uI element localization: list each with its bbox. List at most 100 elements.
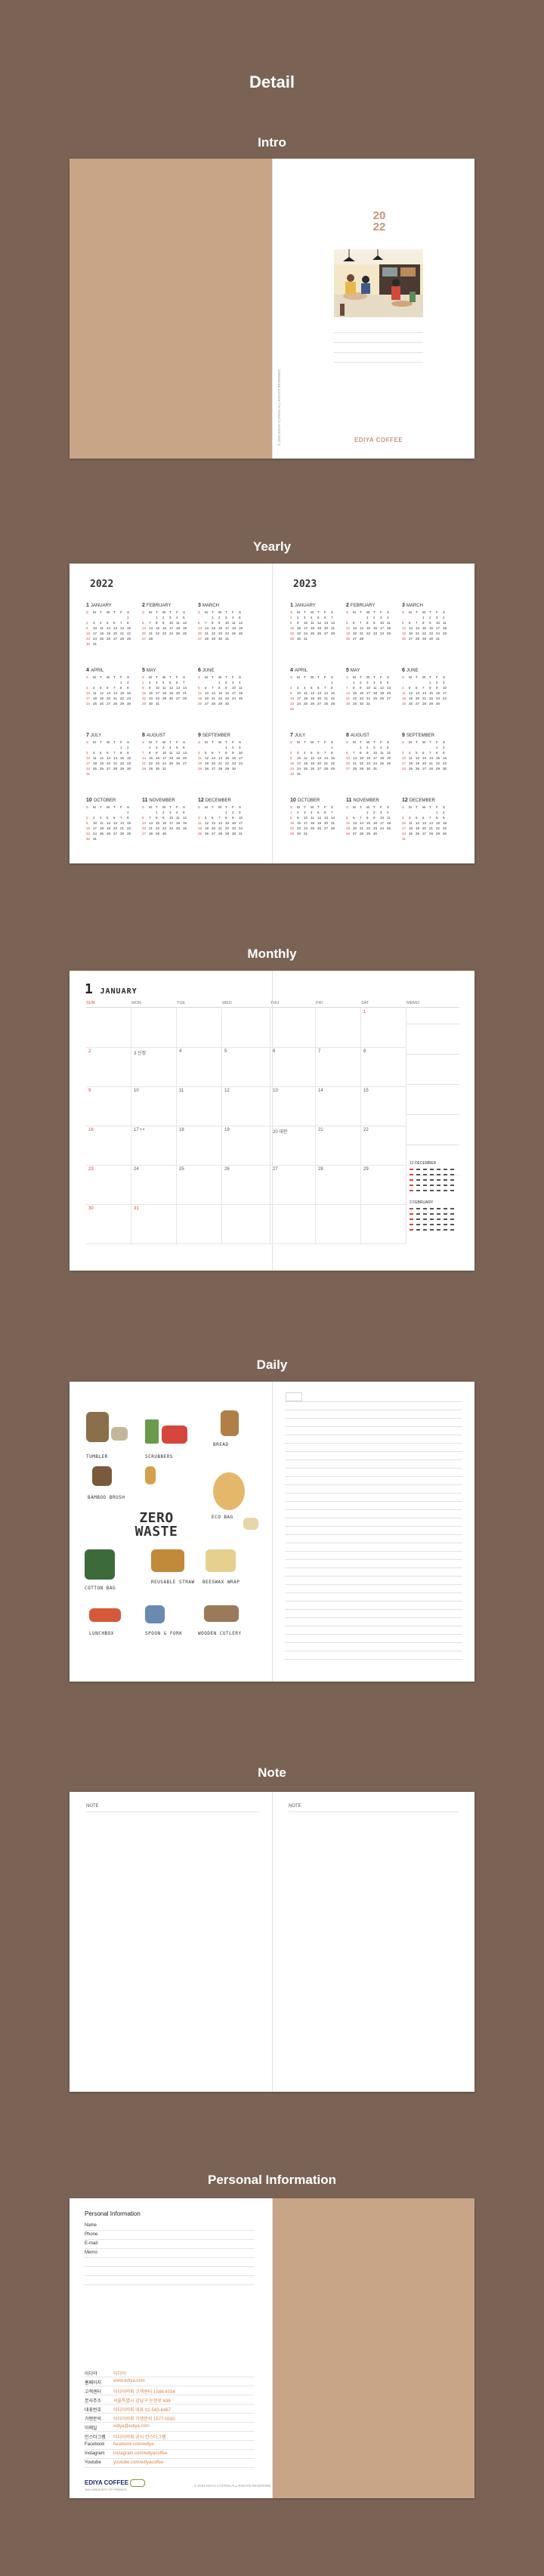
- blank-day: [416, 681, 422, 684]
- mini-month-header: 8 AUGUST: [346, 733, 396, 740]
- mini-calendar-dot: [416, 1224, 420, 1225]
- weekday-letter: S: [239, 740, 242, 744]
- day-number: 9: [162, 816, 165, 820]
- day-number: 4: [162, 681, 165, 684]
- day-number: 23: [366, 761, 371, 765]
- zero-waste-headline: ZERO WASTE: [134, 1510, 178, 1540]
- day-number: 17: [239, 756, 243, 760]
- mini-month-header: 1 JANUARY: [290, 603, 340, 610]
- weekday-letter: T: [212, 610, 214, 614]
- weekday-letter: M: [205, 740, 208, 744]
- day-number: 20: [212, 761, 216, 765]
- mini-month-days: S M T W T F S 1 2 3 4 5 6 7 8 9 10 11 12 13 14 15 16 17 18 19 20 21…: [198, 740, 248, 771]
- info-value: 이디야커피 고객센터 1588-4034: [113, 2390, 175, 2395]
- day-number: 18: [387, 626, 391, 630]
- day-number: 5: [402, 621, 404, 625]
- weekday-letter: W: [366, 610, 370, 614]
- day-number: 8: [353, 686, 355, 690]
- mini-month-header: 11 NOVEMBER: [346, 798, 396, 805]
- day-number: 17: [402, 826, 406, 830]
- ruled-line: [285, 1418, 462, 1419]
- mini-month-number: 7: [290, 733, 293, 738]
- day-number: 24: [156, 697, 160, 700]
- mini-month-header: 3 MARCH: [198, 603, 248, 610]
- day-number: 25: [179, 1167, 184, 1172]
- day-number: 1: [149, 746, 151, 749]
- info-key: 가맹문의: [85, 2417, 102, 2422]
- day-number: 20: [142, 632, 147, 635]
- day-number: 8: [225, 751, 227, 755]
- day-number: 15: [363, 1089, 369, 1093]
- day-number: 26: [205, 767, 209, 771]
- day-number: 2: [232, 746, 234, 749]
- day-number: 23: [218, 632, 223, 635]
- day-number: 10: [380, 621, 385, 625]
- weekday-letter: S: [387, 610, 390, 614]
- weekday-letter: W: [422, 740, 426, 744]
- day-number: 5: [317, 811, 320, 814]
- day-number: 20: [107, 697, 111, 700]
- day-number: 16: [429, 626, 434, 630]
- day-number: 12: [409, 691, 413, 695]
- day-number: 30: [429, 637, 434, 641]
- day-number: 13: [416, 691, 420, 695]
- mini-calendar-dot: [410, 1185, 413, 1186]
- weekday-letter: T: [225, 805, 227, 809]
- day-number: 23: [297, 632, 301, 635]
- day-number: 17: [239, 821, 243, 825]
- day-cell: [177, 1205, 222, 1244]
- day-number: 18: [402, 697, 406, 700]
- weekday-letter: T: [429, 610, 431, 614]
- day-number: 11: [232, 621, 236, 625]
- day-number: 16: [162, 626, 167, 630]
- day-number: 3: [93, 621, 95, 625]
- tumbler-illustration: [86, 1412, 109, 1442]
- day-number: 6: [273, 1049, 276, 1054]
- day-number: 18: [380, 756, 385, 760]
- day-number: 14: [218, 756, 223, 760]
- blank-day: [422, 811, 429, 814]
- weekday-letter: S: [198, 675, 201, 679]
- day-number: 15: [156, 626, 160, 630]
- mini-month-6: 6 JUNE S M T W T F S 1 2 3 4 5 6 7 8 9 10 11 12 13 14 15 16 17 18 1…: [198, 668, 248, 706]
- day-number: 9: [225, 686, 227, 690]
- day-number: 7: [149, 621, 151, 625]
- day-number: 1: [422, 616, 425, 619]
- day-number: 23: [149, 697, 153, 700]
- day-number: 27: [113, 832, 118, 836]
- weekday-letter: T: [113, 805, 116, 809]
- day-number: 12: [107, 626, 111, 630]
- mini-month-1: 1 JANUARY S M T W T F S 1 2 3 4 5 6 7 8 9 10 11 12 13 14 15 16 17…: [290, 603, 340, 641]
- lunchbox-illustration: [145, 1466, 156, 1484]
- weekday-letter: T: [156, 740, 158, 744]
- day-cell: 8: [361, 1048, 406, 1087]
- mini-month-number: 1: [86, 603, 89, 608]
- mini-month-7: 7 JULY S M T W T F S 1 2 3 4 5 6 7 8 9 10 11 12 13 14 15 16 17 18 1…: [86, 733, 136, 776]
- day-number: 21: [324, 761, 329, 765]
- day-number: 14: [113, 691, 118, 695]
- day-number: 24: [93, 637, 97, 641]
- day-number: 13: [212, 756, 216, 760]
- day-number: 16: [88, 1128, 94, 1132]
- day-number: 2: [297, 616, 299, 619]
- day-number: 18: [179, 1128, 184, 1132]
- blank-day: [304, 746, 311, 749]
- beeswax-illustration: [206, 1549, 236, 1572]
- day-number: 4: [239, 681, 241, 684]
- day-number: 12: [380, 686, 385, 690]
- mini-calendar-dot: [410, 1213, 413, 1215]
- info-row: Youtube youtube.com/ediyacoffee: [85, 2458, 255, 2468]
- day-cell: 14: [316, 1087, 361, 1126]
- ruled-line: [285, 1426, 462, 1427]
- note-spread: NOTE NOTE: [70, 1792, 474, 2092]
- weekday-letter: S: [331, 610, 334, 614]
- day-number: 16: [436, 691, 440, 695]
- memo-line: [406, 1114, 459, 1115]
- weekday-letter: M: [93, 675, 96, 679]
- memo-line: [85, 2275, 255, 2276]
- day-number: 1: [156, 811, 158, 814]
- mini-calendar-dot: [437, 1224, 440, 1225]
- day-number: 11: [387, 621, 391, 625]
- ruled-line: [285, 1659, 462, 1660]
- day-number: 26: [176, 761, 181, 765]
